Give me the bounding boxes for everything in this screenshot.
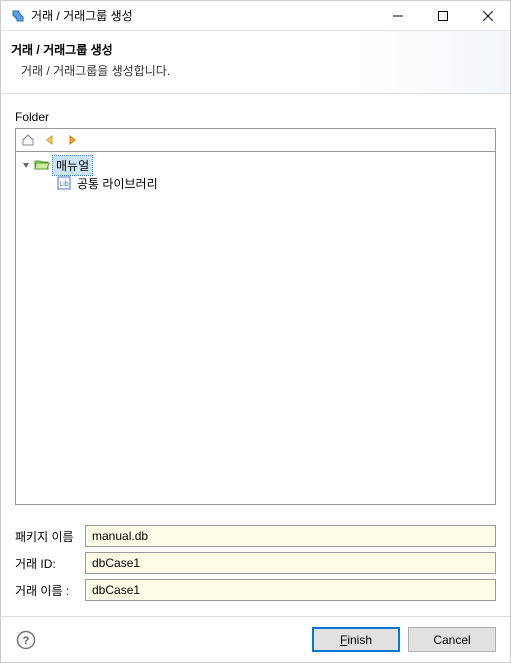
title-bar: 거래 / 거래그룹 생성 — [1, 1, 510, 31]
forward-icon[interactable] — [64, 132, 80, 148]
folder-label: Folder — [15, 110, 496, 124]
close-button[interactable] — [465, 1, 510, 31]
txid-label: 거래 ID: — [15, 555, 85, 572]
finish-button[interactable]: Finish — [312, 627, 400, 652]
dialog-body: Folder — [1, 94, 510, 616]
cancel-label: Cancel — [433, 633, 470, 647]
form-row-package: 패키지 이름 — [15, 525, 496, 547]
tree-label-root[interactable]: 매뉴얼 — [52, 155, 93, 176]
form: 패키지 이름 거래 ID: 거래 이름 : — [15, 525, 496, 606]
folder-tree[interactable]: 매뉴얼 Lib 공통 라이브러리 — [15, 151, 496, 505]
package-input[interactable] — [85, 525, 496, 547]
tree-item-root[interactable]: 매뉴얼 — [18, 156, 493, 174]
form-row-txid: 거래 ID: — [15, 552, 496, 574]
minimize-button[interactable] — [375, 1, 420, 31]
expand-toggle[interactable] — [20, 159, 32, 171]
finish-label: Finish — [340, 633, 372, 647]
package-label: 패키지 이름 — [15, 528, 85, 545]
title-text: 거래 / 거래그룹 생성 — [31, 7, 375, 24]
back-icon[interactable] — [42, 132, 58, 148]
svg-text:?: ? — [23, 635, 30, 647]
home-icon[interactable] — [20, 132, 36, 148]
dialog-footer: ? Finish Cancel — [1, 616, 510, 662]
header-description: 거래 / 거래그룹을 생성합니다. — [21, 62, 496, 79]
form-row-txname: 거래 이름 : — [15, 579, 496, 601]
txid-input[interactable] — [85, 552, 496, 574]
maximize-button[interactable] — [420, 1, 465, 31]
cancel-button[interactable]: Cancel — [408, 627, 496, 652]
folder-open-icon — [34, 157, 50, 173]
folder-toolbar — [15, 128, 496, 151]
library-icon: Lib — [56, 175, 72, 191]
txname-label: 거래 이름 : — [15, 582, 85, 599]
svg-text:Lib: Lib — [59, 181, 68, 188]
dialog-header: 거래 / 거래그룹 생성 거래 / 거래그룹을 생성합니다. — [1, 31, 510, 94]
tree-item-child[interactable]: Lib 공통 라이브러리 — [18, 174, 493, 192]
tree-label-child[interactable]: 공통 라이브러리 — [74, 174, 161, 193]
header-title: 거래 / 거래그룹 생성 — [11, 41, 496, 58]
app-icon — [9, 8, 25, 24]
help-button[interactable]: ? — [15, 629, 37, 651]
txname-input[interactable] — [85, 579, 496, 601]
